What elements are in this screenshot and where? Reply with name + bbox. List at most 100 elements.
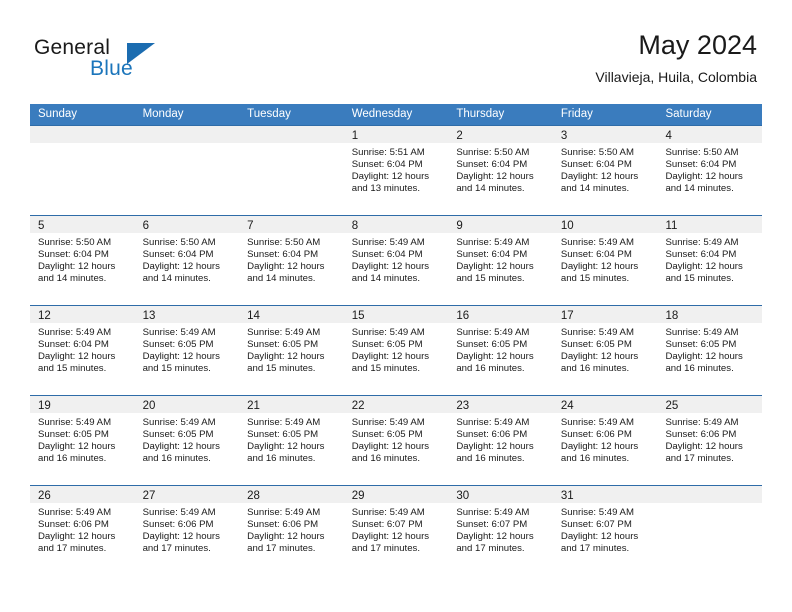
sunrise-text: Sunrise: 5:49 AM	[665, 327, 739, 338]
location-subtitle: Villavieja, Huila, Colombia	[595, 69, 757, 85]
day-cell[interactable]: 16 Sunrise: 5:49 AM Sunset: 6:05 PM Dayl…	[448, 306, 553, 395]
daylight-text-line2: and 14 minutes.	[456, 183, 525, 195]
daylight-text-line2: and 17 minutes.	[38, 543, 107, 555]
weekday-header-friday: Friday	[560, 108, 593, 120]
daylight-text-line2: and 17 minutes.	[247, 543, 316, 555]
day-cell[interactable]	[657, 486, 763, 575]
sunset-text: Sunset: 6:05 PM	[560, 339, 632, 351]
day-cell[interactable]: 13 Sunrise: 5:49 AM Sunset: 6:05 PM Dayl…	[134, 306, 240, 395]
day-cell[interactable]: 27 Sunrise: 5:49 AM Sunset: 6:06 PM Dayl…	[134, 486, 240, 575]
sunrise-text: Sunrise: 5:49 AM	[142, 417, 216, 428]
day-cell[interactable]: 29 Sunrise: 5:49 AM Sunset: 6:07 PM Dayl…	[343, 486, 449, 575]
day-cell[interactable]: 3 Sunrise: 5:50 AM Sunset: 6:04 PM Dayli…	[552, 126, 658, 215]
day-cell[interactable]: 25 Sunrise: 5:49 AM Sunset: 6:06 PM Dayl…	[657, 396, 763, 485]
day-number: 30	[456, 490, 470, 502]
day-details: Sunrise: 5:50 AM Sunset: 6:04 PM Dayligh…	[657, 143, 762, 195]
day-cell[interactable]: 6 Sunrise: 5:50 AM Sunset: 6:04 PM Dayli…	[134, 216, 240, 305]
sunset-text: Sunset: 6:04 PM	[38, 249, 109, 261]
day-details	[239, 143, 344, 147]
day-number-strip: 11	[657, 216, 763, 233]
sunrise-text: Sunrise: 5:50 AM	[247, 237, 321, 248]
day-details: Sunrise: 5:49 AM Sunset: 6:05 PM Dayligh…	[239, 413, 344, 465]
day-cell[interactable]: 9 Sunrise: 5:49 AM Sunset: 6:04 PM Dayli…	[448, 216, 553, 305]
day-cell[interactable]: 14 Sunrise: 5:49 AM Sunset: 6:05 PM Dayl…	[239, 306, 344, 395]
day-cell[interactable]: 22 Sunrise: 5:49 AM Sunset: 6:05 PM Dayl…	[343, 396, 449, 485]
daylight-text-line2: and 16 minutes.	[560, 363, 630, 375]
day-cell[interactable]	[239, 126, 344, 215]
day-cell[interactable]: 1 Sunrise: 5:51 AM Sunset: 6:04 PM Dayli…	[343, 126, 449, 215]
day-number-strip: 9	[448, 216, 553, 233]
week-row: 19 Sunrise: 5:49 AM Sunset: 6:05 PM Dayl…	[30, 395, 763, 485]
sunset-text: Sunset: 6:05 PM	[142, 429, 214, 441]
day-number: 5	[38, 220, 45, 232]
daylight-text-line1: Daylight: 12 hours	[456, 261, 534, 273]
day-number-strip: 14	[239, 306, 344, 323]
daylight-text-line2: and 17 minutes.	[665, 453, 734, 465]
general-blue-logo[interactable]: General Blue	[34, 36, 214, 84]
day-cell[interactable]: 4 Sunrise: 5:50 AM Sunset: 6:04 PM Dayli…	[657, 126, 763, 215]
daylight-text-line1: Daylight: 12 hours	[560, 351, 639, 363]
daylight-text-line2: and 16 minutes.	[351, 453, 421, 465]
sunrise-text: Sunrise: 5:49 AM	[456, 327, 530, 338]
day-number: 3	[560, 130, 568, 142]
day-number: 11	[665, 220, 678, 232]
day-number: 31	[560, 490, 574, 502]
day-cell[interactable]: 15 Sunrise: 5:49 AM Sunset: 6:05 PM Dayl…	[343, 306, 449, 395]
daylight-text-line1: Daylight: 12 hours	[560, 171, 639, 183]
daylight-text-line2: and 17 minutes.	[456, 543, 525, 555]
sunrise-text: Sunrise: 5:49 AM	[351, 237, 425, 248]
calendar-grid: Sunday Monday Tuesday Wednesday Thursday…	[30, 104, 763, 575]
day-cell[interactable]: 26 Sunrise: 5:49 AM Sunset: 6:06 PM Dayl…	[30, 486, 135, 575]
day-details: Sunrise: 5:49 AM Sunset: 6:06 PM Dayligh…	[553, 413, 658, 465]
sunrise-text: Sunrise: 5:51 AM	[351, 147, 425, 158]
day-cell[interactable]: 17 Sunrise: 5:49 AM Sunset: 6:05 PM Dayl…	[552, 306, 658, 395]
sunrise-text: Sunrise: 5:49 AM	[247, 417, 321, 428]
day-cell[interactable]: 31 Sunrise: 5:49 AM Sunset: 6:07 PM Dayl…	[552, 486, 658, 575]
sunrise-text: Sunrise: 5:49 AM	[351, 507, 425, 518]
sunrise-text: Sunrise: 5:49 AM	[351, 327, 425, 338]
day-number-strip: 4	[657, 126, 763, 143]
day-number: 14	[247, 310, 260, 322]
day-details: Sunrise: 5:49 AM Sunset: 6:05 PM Dayligh…	[553, 323, 658, 375]
calendar-page: General Blue May 2024 Villavieja, Huila,…	[0, 0, 792, 612]
daylight-text-line2: and 17 minutes.	[560, 543, 630, 555]
day-cell[interactable]: 11 Sunrise: 5:49 AM Sunset: 6:04 PM Dayl…	[657, 216, 763, 305]
day-cell[interactable]: 7 Sunrise: 5:50 AM Sunset: 6:04 PM Dayli…	[239, 216, 344, 305]
sunrise-text: Sunrise: 5:49 AM	[38, 417, 112, 428]
day-cell[interactable]: 18 Sunrise: 5:49 AM Sunset: 6:05 PM Dayl…	[657, 306, 763, 395]
day-cell[interactable]: 2 Sunrise: 5:50 AM Sunset: 6:04 PM Dayli…	[448, 126, 553, 215]
day-number-strip: 6	[134, 216, 240, 233]
day-details: Sunrise: 5:50 AM Sunset: 6:04 PM Dayligh…	[553, 143, 658, 195]
sunset-text: Sunset: 6:04 PM	[351, 159, 423, 171]
sunset-text: Sunset: 6:04 PM	[560, 249, 632, 261]
day-details: Sunrise: 5:49 AM Sunset: 6:07 PM Dayligh…	[448, 503, 553, 555]
day-details: Sunrise: 5:49 AM Sunset: 6:04 PM Dayligh…	[448, 233, 553, 285]
daylight-text-line2: and 15 minutes.	[142, 363, 211, 375]
day-number: 18	[665, 310, 679, 322]
day-cell[interactable]: 21 Sunrise: 5:49 AM Sunset: 6:05 PM Dayl…	[239, 396, 344, 485]
day-details: Sunrise: 5:51 AM Sunset: 6:04 PM Dayligh…	[344, 143, 449, 195]
day-cell[interactable]	[134, 126, 240, 215]
day-cell[interactable]: 12 Sunrise: 5:49 AM Sunset: 6:04 PM Dayl…	[30, 306, 135, 395]
daylight-text-line1: Daylight: 12 hours	[665, 171, 743, 183]
weekday-header-monday: Monday	[142, 108, 184, 120]
day-cell[interactable]: 8 Sunrise: 5:49 AM Sunset: 6:04 PM Dayli…	[343, 216, 449, 305]
day-number-strip: 3	[552, 126, 658, 143]
sunset-text: Sunset: 6:05 PM	[247, 339, 319, 351]
day-cell[interactable]: 5 Sunrise: 5:50 AM Sunset: 6:04 PM Dayli…	[30, 216, 135, 305]
daylight-text-line2: and 14 minutes.	[560, 183, 630, 195]
day-details: Sunrise: 5:49 AM Sunset: 6:06 PM Dayligh…	[657, 413, 762, 465]
day-details: Sunrise: 5:49 AM Sunset: 6:05 PM Dayligh…	[657, 323, 762, 375]
day-cell[interactable]: 10 Sunrise: 5:49 AM Sunset: 6:04 PM Dayl…	[552, 216, 658, 305]
day-cell[interactable]: 23 Sunrise: 5:49 AM Sunset: 6:06 PM Dayl…	[448, 396, 553, 485]
daylight-text-line1: Daylight: 12 hours	[247, 261, 325, 273]
day-cell[interactable]: 28 Sunrise: 5:49 AM Sunset: 6:06 PM Dayl…	[239, 486, 344, 575]
daylight-text-line2: and 15 minutes.	[38, 363, 107, 375]
day-cell[interactable]: 24 Sunrise: 5:49 AM Sunset: 6:06 PM Dayl…	[552, 396, 658, 485]
day-cell[interactable]: 20 Sunrise: 5:49 AM Sunset: 6:05 PM Dayl…	[134, 396, 240, 485]
day-cell[interactable]	[30, 126, 135, 215]
day-details: Sunrise: 5:49 AM Sunset: 6:06 PM Dayligh…	[239, 503, 344, 555]
day-cell[interactable]: 30 Sunrise: 5:49 AM Sunset: 6:07 PM Dayl…	[448, 486, 553, 575]
daylight-text-line1: Daylight: 12 hours	[560, 441, 639, 453]
day-cell[interactable]: 19 Sunrise: 5:49 AM Sunset: 6:05 PM Dayl…	[30, 396, 135, 485]
